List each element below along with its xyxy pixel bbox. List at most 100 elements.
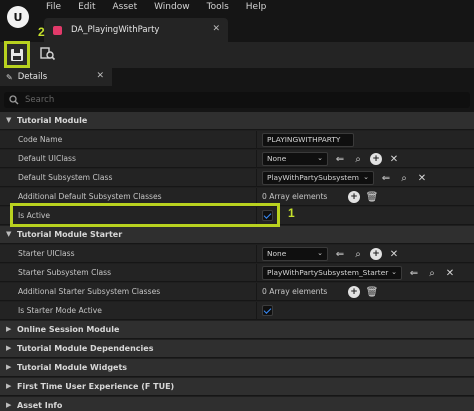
browse-icon[interactable]: ⌕ (352, 248, 364, 260)
column-divider (256, 169, 257, 187)
details-tab-label: Details (17, 72, 48, 82)
category-label: First Time User Experience (F TUE) (17, 382, 175, 391)
browse-icon[interactable]: ⌕ (426, 267, 438, 279)
expanded-arrow-icon: ▼ (6, 230, 12, 238)
panel-tab-bar: ✎ Details ✕ (0, 68, 474, 86)
property-code-name: Code Name PLAYINGWITHPARTY (0, 131, 474, 149)
browse-icon (40, 47, 56, 61)
column-divider (256, 150, 257, 168)
use-selected-icon[interactable]: ⇐ (380, 172, 392, 184)
details-body: ▼ Tutorial Module Code Name PLAYINGWITHP… (0, 112, 474, 411)
menu-asset[interactable]: Asset (113, 2, 138, 12)
default-subsystem-dropdown[interactable]: PlayWithPartySubsystem ⌄ (262, 171, 374, 185)
is-active-checkbox[interactable] (262, 210, 273, 221)
menu-help[interactable]: Help (246, 2, 267, 12)
trash-icon[interactable]: 🗑 (366, 191, 379, 203)
clear-icon[interactable]: ✕ (416, 172, 428, 184)
add-element-icon[interactable]: + (348, 191, 360, 203)
code-name-field[interactable]: PLAYINGWITHPARTY (262, 133, 354, 147)
dropdown-value: None (267, 154, 287, 163)
category-asset-info[interactable]: ▶ Asset Info (0, 397, 474, 411)
column-divider (256, 264, 257, 282)
dropdown-value: None (267, 249, 287, 258)
property-label: Is Active (18, 211, 51, 220)
menu-edit[interactable]: Edit (78, 2, 95, 12)
category-tutorial-module-starter[interactable]: ▼ Tutorial Module Starter (0, 226, 474, 244)
search-input[interactable] (25, 95, 445, 105)
property-label: Starter UIClass (18, 249, 75, 258)
close-tab-icon[interactable]: ✕ (212, 24, 220, 34)
is-starter-mode-active-checkbox[interactable] (262, 305, 273, 316)
menu-file[interactable]: File (46, 2, 61, 12)
save-icon (11, 48, 23, 61)
add-icon[interactable]: + (370, 248, 382, 260)
collapsed-arrow-icon: ▶ (6, 325, 12, 333)
search-icon (9, 95, 25, 105)
starter-subsystem-dropdown[interactable]: PlayWithPartySubsystem_Starter ⌄ (262, 266, 402, 280)
property-label: Default Subsystem Class (18, 173, 113, 182)
menu-items: File Edit Asset Window Tools Help (46, 2, 283, 12)
clear-icon[interactable]: ✕ (388, 248, 400, 260)
property-is-starter-mode-active: Is Starter Mode Active (0, 302, 474, 320)
category-online-session-module[interactable]: ▶ Online Session Module (0, 321, 474, 339)
checkmark-icon (263, 305, 272, 314)
browse-icon[interactable]: ⌕ (352, 153, 364, 165)
data-asset-icon (53, 25, 62, 35)
category-first-time-user-experience[interactable]: ▶ First Time User Experience (F TUE) (0, 378, 474, 396)
collapsed-arrow-icon: ▶ (6, 344, 12, 352)
collapsed-arrow-icon: ▶ (6, 401, 12, 409)
property-label: Additional Default Subsystem Classes (18, 192, 162, 201)
property-starter-subsystem-class: Starter Subsystem Class PlayWithPartySub… (0, 264, 474, 282)
property-additional-default-subsystems: Additional Default Subsystem Classes 0 A… (0, 188, 474, 206)
column-divider (256, 245, 257, 263)
add-element-icon[interactable]: + (348, 286, 360, 298)
category-label: Tutorial Module (17, 116, 88, 125)
category-label: Asset Info (17, 401, 63, 410)
close-details-icon[interactable]: ✕ (96, 71, 104, 81)
category-tutorial-module-widgets[interactable]: ▶ Tutorial Module Widgets (0, 359, 474, 377)
property-label: Starter Subsystem Class (18, 268, 112, 277)
column-divider (256, 302, 257, 320)
menu-tools[interactable]: Tools (207, 2, 229, 12)
category-label: Tutorial Module Widgets (17, 363, 128, 372)
save-button[interactable] (4, 41, 30, 68)
browse-to-asset-button[interactable] (38, 45, 58, 63)
asset-toolbar (0, 42, 474, 68)
details-search-bar (4, 92, 470, 108)
menu-bar: U File Edit Asset Window Tools Help (0, 0, 474, 28)
clear-icon[interactable]: ✕ (388, 153, 400, 165)
menu-window[interactable]: Window (154, 2, 190, 12)
chevron-down-icon: ⌄ (317, 154, 323, 162)
property-additional-starter-subsystems: Additional Starter Subsystem Classes 0 A… (0, 283, 474, 301)
use-selected-icon[interactable]: ⇐ (334, 153, 346, 165)
trash-icon[interactable]: 🗑 (366, 286, 379, 298)
property-label: Code Name (18, 135, 63, 144)
array-count: 0 Array elements (262, 287, 328, 296)
checkmark-icon (263, 210, 272, 219)
collapsed-arrow-icon: ▶ (6, 382, 12, 390)
browse-icon[interactable]: ⌕ (398, 172, 410, 184)
pencil-icon: ✎ (6, 72, 13, 82)
column-divider (256, 188, 257, 206)
clear-icon[interactable]: ✕ (444, 267, 456, 279)
callout-save: 2 (38, 25, 45, 39)
document-tab[interactable]: DA_PlayingWithParty ✕ (44, 18, 228, 42)
column-divider (256, 207, 257, 225)
column-divider (256, 283, 257, 301)
dropdown-value: PlayWithPartySubsystem (267, 173, 359, 182)
use-selected-icon[interactable]: ⇐ (408, 267, 420, 279)
details-tab[interactable]: ✎ Details ✕ (0, 68, 112, 86)
starter-uiclass-dropdown[interactable]: None ⌄ (262, 247, 328, 261)
unreal-logo-icon[interactable]: U (7, 6, 29, 28)
category-tutorial-module-dependencies[interactable]: ▶ Tutorial Module Dependencies (0, 340, 474, 358)
property-label: Additional Starter Subsystem Classes (18, 287, 161, 296)
use-selected-icon[interactable]: ⇐ (334, 248, 346, 260)
category-tutorial-module[interactable]: ▼ Tutorial Module (0, 112, 474, 130)
expanded-arrow-icon: ▼ (6, 116, 12, 124)
array-count: 0 Array elements (262, 192, 328, 201)
document-tab-label: DA_PlayingWithParty (71, 25, 160, 35)
default-uiclass-dropdown[interactable]: None ⌄ (262, 152, 328, 166)
property-starter-uiclass: Starter UIClass None ⌄ ⇐ ⌕ + ✕ (0, 245, 474, 263)
category-label: Tutorial Module Dependencies (17, 344, 154, 353)
add-icon[interactable]: + (370, 153, 382, 165)
